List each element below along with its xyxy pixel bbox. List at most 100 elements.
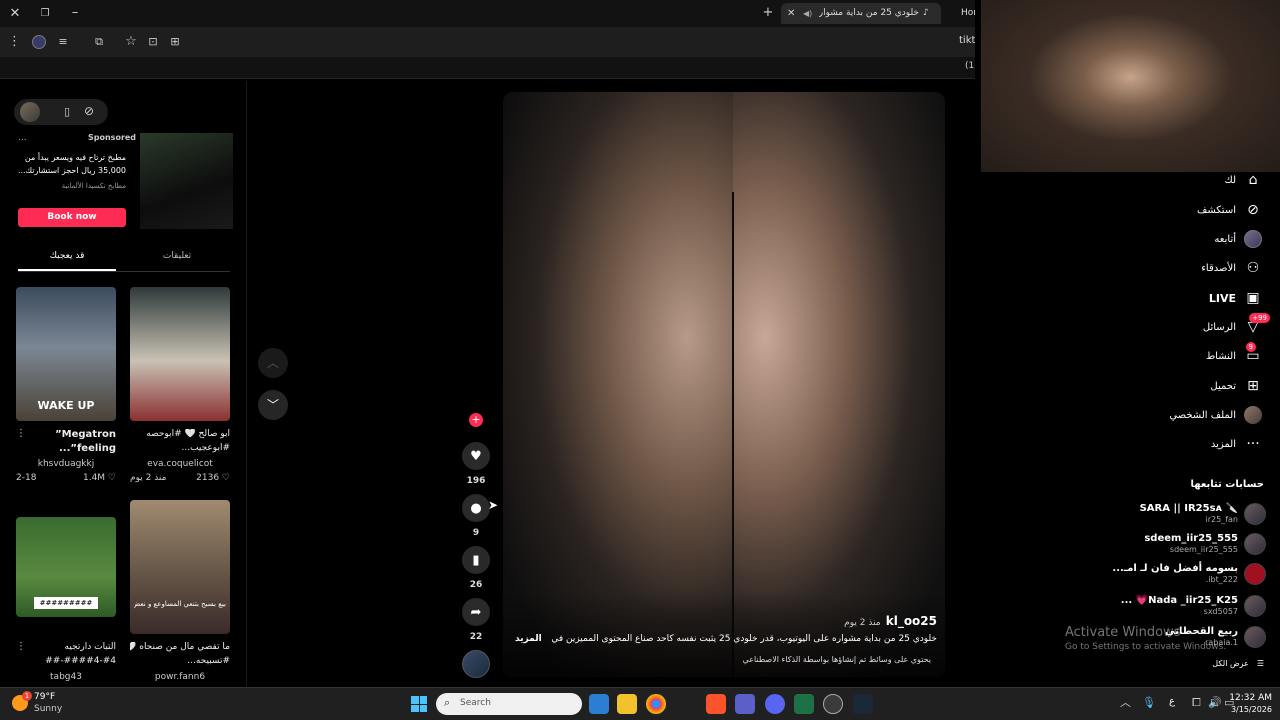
nav-item-messages[interactable]: ▽ 99+ الرسائل bbox=[1203, 313, 1270, 337]
bookmark-star-icon[interactable]: ☆ bbox=[124, 35, 138, 49]
microphone-icon[interactable]: 🎙 bbox=[1142, 696, 1156, 710]
language-indicator[interactable]: ع bbox=[1169, 696, 1175, 707]
video-age: منذ 2 يوم bbox=[844, 618, 881, 628]
minimize-window-icon[interactable]: – bbox=[68, 6, 82, 20]
tab-inactive[interactable]: Hon bbox=[945, 3, 975, 24]
video-more-icon[interactable]: ⋮ bbox=[16, 427, 26, 441]
tab-comments[interactable]: تعليقات bbox=[128, 251, 226, 261]
translate-icon[interactable]: ⊞ bbox=[168, 35, 182, 49]
previous-video-button[interactable]: ︿ bbox=[258, 348, 288, 378]
following-account[interactable]: Nada _iir25_K25💗 ... sxd5057 bbox=[1121, 593, 1266, 621]
avatar bbox=[1244, 595, 1266, 617]
following-account[interactable]: 🔪 SARA || IR25ѕᴀ ir25_fan bbox=[1131, 501, 1266, 529]
video-caption: #تسبيحه... bbox=[187, 656, 230, 666]
new-tab-button[interactable]: + bbox=[761, 6, 775, 20]
edge-icon[interactable] bbox=[589, 694, 609, 714]
avatar[interactable] bbox=[20, 102, 40, 122]
ai-content-note: يحتوي على وسائط تم إنشاؤها بواسطة الذكاء… bbox=[742, 655, 931, 664]
video-username[interactable]: tabg43 bbox=[16, 672, 116, 682]
video-caption: ابو صالح 🤍 #ابوحصه bbox=[146, 429, 230, 439]
video-likes: ♡ 2136 bbox=[196, 473, 230, 483]
tab-active[interactable]: ✕ ◀) خلودي 25 من بداية مشواره ♪ bbox=[781, 3, 941, 24]
playlist-icon[interactable]: ≡ bbox=[56, 35, 70, 49]
video-thumbnail[interactable]: ######### bbox=[16, 517, 116, 617]
activate-windows-subtitle: Go to Settings to activate Windows. bbox=[1065, 642, 1227, 652]
video-thumbnail[interactable] bbox=[130, 287, 230, 421]
brave-icon[interactable] bbox=[706, 694, 726, 714]
next-video-button[interactable]: ﹀ bbox=[258, 390, 288, 420]
live-icon: ▣ bbox=[1246, 290, 1260, 306]
weather-badge: 1 bbox=[22, 691, 32, 701]
video-author[interactable]: kl_oo25 bbox=[886, 614, 937, 628]
video-username[interactable]: eva.coquelicot bbox=[130, 459, 230, 469]
clock-time[interactable]: 12:32 AM bbox=[1228, 693, 1272, 703]
follow-plus-button[interactable]: + bbox=[469, 413, 483, 427]
nav-item-live[interactable]: ▣ LIVE bbox=[1209, 288, 1262, 308]
video-caption: ما تفصي مال من صنحاه 🤍 bbox=[130, 642, 230, 652]
heart-icon: ♡ bbox=[219, 473, 230, 483]
video-username[interactable]: khsvduagkkj bbox=[16, 459, 116, 469]
nav-item-following[interactable]: أتابعه bbox=[1214, 229, 1262, 249]
video-player[interactable]: kl_oo25 منذ 2 يوم خلودي 25 من بداية مشوا… bbox=[503, 92, 945, 677]
comment-button[interactable]: ● bbox=[462, 494, 490, 522]
video-username[interactable]: powr.fann6 bbox=[130, 672, 230, 682]
weather-temp[interactable]: 79°F bbox=[34, 692, 55, 702]
nav-item-more[interactable]: ··· المزيد bbox=[1211, 434, 1262, 454]
file-explorer-icon[interactable] bbox=[617, 694, 637, 714]
chrome-icon[interactable] bbox=[646, 694, 666, 714]
clock-date[interactable]: 3/15/2026 bbox=[1218, 705, 1272, 714]
profile-avatar-icon[interactable] bbox=[32, 35, 46, 49]
sponsored-ad[interactable]: ... Sponsored مطبخ ترتاح فيه ويسعر يبدأ … bbox=[18, 133, 233, 229]
nav-item-explore[interactable]: ⊘ استكشف bbox=[1197, 200, 1262, 220]
video-thumbnail[interactable]: بيع بسبح بتنعي المساوعع و نعض المناس bbox=[130, 500, 230, 634]
share-button[interactable]: ➦ bbox=[462, 598, 490, 626]
tab-recommended[interactable]: قد يعجبك bbox=[18, 251, 116, 261]
music-disc-icon[interactable] bbox=[462, 650, 490, 678]
taskbar-search[interactable]: ⌕ Search bbox=[436, 693, 582, 715]
video-more-icon[interactable]: ⋮ bbox=[16, 640, 26, 654]
phone-icon[interactable]: ▯ bbox=[64, 105, 70, 119]
right-sidebar: ⌂ لك ⊘ استكشف أتابعه ⚇ الأصدقاء ▣ LIVE ▽ 99+ ا… bbox=[975, 0, 1280, 687]
teams-icon[interactable] bbox=[735, 694, 755, 714]
nav-item-foryou[interactable]: ⌂ لك bbox=[1225, 170, 1262, 190]
obs-icon[interactable] bbox=[823, 694, 843, 714]
active-tab-underline bbox=[18, 269, 116, 271]
activity-badge: 9 bbox=[1245, 342, 1256, 352]
video-right-half bbox=[733, 92, 945, 677]
close-window-icon[interactable]: ✕ bbox=[8, 7, 22, 21]
save-button[interactable]: ▮ bbox=[462, 546, 490, 574]
tray-overflow-icon[interactable]: ︿ bbox=[1120, 696, 1131, 710]
see-all-link[interactable]: ☰ عرض الكل bbox=[1212, 659, 1264, 668]
heart-icon: ♡ bbox=[105, 473, 116, 483]
start-button[interactable] bbox=[411, 696, 427, 712]
following-account[interactable]: sdeem_iir25_555 sdeem_iir25_555 bbox=[1131, 531, 1266, 559]
steam-icon[interactable] bbox=[853, 694, 873, 714]
send-icon: ▽ 99+ bbox=[1244, 313, 1270, 336]
ad-more-icon[interactable]: ... bbox=[18, 133, 27, 143]
nav-item-upload[interactable]: ⊞ تحميل bbox=[1210, 376, 1262, 396]
see-more-link[interactable]: المزيد bbox=[515, 634, 542, 644]
nav-item-friends[interactable]: ⚇ الأصدقاء bbox=[1201, 258, 1262, 278]
nav-item-profile[interactable]: الملف الشخصي bbox=[1169, 405, 1262, 425]
tab-close-icon[interactable]: ✕ bbox=[787, 7, 795, 21]
extensions-icon[interactable]: ⧉ bbox=[92, 35, 106, 49]
video-thumbnail[interactable]: WAKE UP bbox=[16, 287, 116, 421]
like-button[interactable]: ♥ bbox=[462, 442, 490, 470]
nav-item-activity[interactable]: ▭ 9 النشاط bbox=[1206, 342, 1262, 366]
following-account[interactable]: بسومه أفضل فان لـ امـ... ibt_222. bbox=[1112, 561, 1266, 589]
network-icon[interactable]: ⧠ bbox=[1192, 696, 1201, 710]
menu-dots-icon[interactable]: ⋮ bbox=[8, 35, 21, 49]
book-now-button[interactable]: Book now bbox=[18, 208, 126, 227]
weather-desc: Sunny bbox=[34, 704, 63, 714]
discord-icon[interactable] bbox=[765, 694, 785, 714]
upload-icon: ⊞ bbox=[1247, 378, 1259, 394]
screenshot-icon[interactable]: ⊡ bbox=[146, 35, 160, 49]
ad-brand: مطابخ نكسيدا الألمانية bbox=[61, 182, 126, 190]
avatar bbox=[1244, 503, 1266, 525]
restore-window-icon[interactable]: ❐ bbox=[38, 7, 52, 21]
excel-icon[interactable] bbox=[794, 694, 814, 714]
compass-icon[interactable]: ⊘ bbox=[84, 104, 94, 118]
audio-icon[interactable]: ◀) bbox=[803, 3, 812, 24]
ad-image bbox=[140, 133, 233, 229]
friends-icon: ⚇ bbox=[1246, 260, 1260, 276]
